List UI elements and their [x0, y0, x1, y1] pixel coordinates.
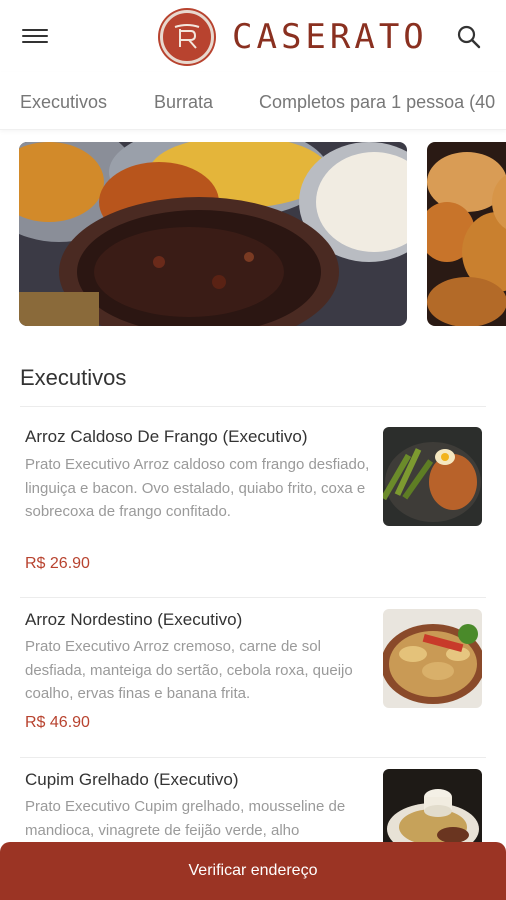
item-name: Arroz Caldoso De Frango (Executivo)	[25, 427, 308, 446]
brand-logo[interactable]: CASERATO	[160, 8, 428, 66]
item-image	[383, 427, 482, 526]
verify-address-button[interactable]: Verificar endereço	[0, 842, 506, 900]
menu-item[interactable]: Arroz Nordestino (Executivo) Prato Execu…	[0, 598, 506, 758]
item-price: R$ 46.90	[25, 714, 90, 731]
brand-name: CASERATO	[232, 17, 428, 57]
item-name: Cupim Grelhado (Executivo)	[25, 770, 239, 789]
item-price: R$ 26.90	[25, 555, 90, 572]
item-description: Prato Executivo Arroz caldoso com frango…	[25, 456, 370, 520]
category-tabs: Executivos Burrata Completos para 1 pess…	[0, 72, 506, 130]
menu-item[interactable]: Arroz Caldoso De Frango (Executivo) Prat…	[0, 407, 506, 597]
section-title: Executivos	[20, 365, 127, 390]
logo-emblem	[160, 10, 214, 64]
item-name: Arroz Nordestino (Executivo)	[25, 610, 243, 629]
banner-feijoada[interactable]	[19, 142, 407, 326]
menu-item[interactable]: Cupim Grelhado (Executivo) Prato Executi…	[0, 758, 506, 868]
item-description: Prato Executivo Cupim grelhado, mousseli…	[25, 798, 346, 839]
tab-completos[interactable]: Completos para 1 pessoa (40	[259, 92, 495, 113]
tab-executivos[interactable]: Executivos	[20, 92, 107, 113]
banner-coxinhas[interactable]	[427, 142, 506, 326]
search-icon[interactable]	[456, 24, 482, 50]
app-header: CASERATO	[0, 0, 506, 72]
promo-carousel[interactable]	[0, 142, 506, 328]
menu-icon[interactable]	[22, 26, 48, 48]
tab-burrata[interactable]: Burrata	[154, 92, 213, 113]
verify-address-label: Verificar endereço	[188, 862, 318, 879]
item-description: Prato Executivo Arroz cremoso, carne de …	[25, 638, 353, 702]
item-image	[383, 609, 482, 708]
